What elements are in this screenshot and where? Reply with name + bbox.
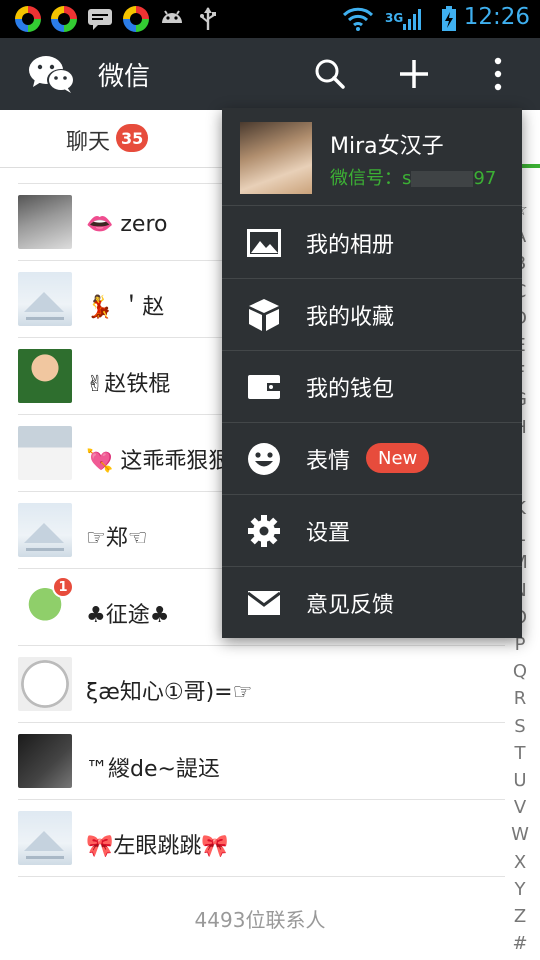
overflow-menu: Mira女汉子 微信号：s 97 我的相册 我的收藏 我的钱包 表情 New 设… bbox=[222, 108, 522, 638]
profile-avatar bbox=[240, 122, 312, 194]
avatar bbox=[18, 734, 72, 788]
profile-name: Mira女汉子 bbox=[330, 134, 444, 159]
menu-item-settings[interactable]: 设置 bbox=[222, 495, 522, 567]
usb-icon bbox=[194, 5, 222, 33]
menu-item-album[interactable]: 我的相册 bbox=[222, 207, 522, 279]
search-icon[interactable] bbox=[308, 52, 352, 96]
index-letter[interactable]: Y bbox=[508, 876, 532, 903]
index-letter[interactable]: Q bbox=[508, 658, 532, 685]
contact-name: ☞郑☜ bbox=[86, 526, 148, 551]
contact-row[interactable]: ™緵de~諟迗 bbox=[0, 723, 505, 800]
contact-name: 🎀左眼跳跳🎀 bbox=[86, 834, 229, 859]
index-letter[interactable]: S bbox=[508, 713, 532, 740]
menu-profile-header[interactable]: Mira女汉子 微信号：s 97 bbox=[222, 108, 522, 206]
wallet-icon bbox=[246, 369, 282, 405]
contact-name: ♣征途♣ bbox=[86, 603, 170, 628]
app-notification-icon bbox=[122, 5, 150, 33]
avatar bbox=[18, 272, 72, 326]
plus-icon[interactable] bbox=[392, 52, 436, 96]
avatar bbox=[18, 349, 72, 403]
gear-icon bbox=[246, 513, 282, 549]
index-letter[interactable]: X bbox=[508, 849, 532, 876]
index-letter[interactable]: W bbox=[508, 821, 532, 848]
new-badge: New bbox=[366, 443, 430, 473]
contact-name: ξæ知心①哥)=☞ bbox=[86, 680, 253, 705]
index-letter[interactable]: R bbox=[508, 685, 532, 712]
profile-wechat-id: 微信号：s 97 bbox=[330, 168, 497, 189]
avatar bbox=[18, 811, 72, 865]
index-letter[interactable]: Z bbox=[508, 903, 532, 930]
app-title: 微信 bbox=[98, 62, 151, 92]
menu-item-stickers[interactable]: 表情 New bbox=[222, 423, 522, 495]
menu-item-feedback[interactable]: 意见反馈 bbox=[222, 567, 522, 639]
contact-name: 💘 这乖乖狠狠 bbox=[86, 449, 231, 474]
wifi-icon bbox=[342, 5, 374, 33]
menu-item-label: 我的收藏 bbox=[306, 305, 395, 330]
unread-badge: 35 bbox=[116, 124, 149, 152]
title-bar: 微信 bbox=[0, 38, 540, 110]
contact-count: 4493位联系人 bbox=[194, 908, 326, 932]
mail-icon bbox=[246, 585, 282, 621]
message-notification-icon bbox=[86, 5, 114, 33]
menu-item-label: 设置 bbox=[306, 521, 351, 546]
index-letter[interactable]: V bbox=[508, 794, 532, 821]
unread-badge: 1 bbox=[52, 576, 74, 598]
signal-3g-icon: 3G bbox=[384, 5, 426, 33]
menu-item-label: 我的相册 bbox=[306, 233, 395, 258]
tab-chats[interactable]: 聊天 bbox=[66, 124, 110, 156]
more-vert-icon[interactable] bbox=[476, 52, 520, 96]
avatar bbox=[18, 195, 72, 249]
menu-item-label: 我的钱包 bbox=[306, 377, 395, 402]
avatar bbox=[18, 503, 72, 557]
menu-item-wallet[interactable]: 我的钱包 bbox=[222, 351, 522, 423]
redaction-mask bbox=[411, 171, 474, 187]
battery-charging-icon bbox=[440, 5, 458, 33]
status-bar: 3G 12:26 bbox=[0, 0, 540, 38]
menu-item-label: 表情 bbox=[306, 449, 351, 474]
avatar bbox=[18, 426, 72, 480]
app-notification-icon bbox=[14, 5, 42, 33]
cube-icon bbox=[246, 297, 282, 333]
android-icon bbox=[158, 5, 186, 33]
contact-name: 💃 ＇赵 bbox=[86, 295, 165, 320]
contact-name: ✌赵铁棍 bbox=[86, 372, 171, 397]
app-notification-icon bbox=[50, 5, 78, 33]
contact-row[interactable]: 🎀左眼跳跳🎀 bbox=[0, 800, 505, 877]
status-clock: 12:26 bbox=[463, 4, 530, 30]
tab-indicator bbox=[520, 164, 540, 168]
avatar bbox=[18, 657, 72, 711]
menu-item-favorites[interactable]: 我的收藏 bbox=[222, 279, 522, 351]
index-letter[interactable]: T bbox=[508, 740, 532, 767]
contact-name: ™緵de~諟迗 bbox=[86, 757, 220, 782]
image-icon bbox=[246, 225, 282, 261]
contact-row[interactable]: ξæ知心①哥)=☞ bbox=[0, 646, 505, 723]
wechat-logo-icon bbox=[26, 52, 78, 96]
index-letter[interactable]: U bbox=[508, 767, 532, 794]
contact-name: 👄 zero bbox=[86, 212, 168, 237]
index-letter[interactable]: # bbox=[508, 930, 532, 957]
menu-item-label: 意见反馈 bbox=[306, 593, 395, 618]
smiley-icon bbox=[246, 441, 282, 477]
